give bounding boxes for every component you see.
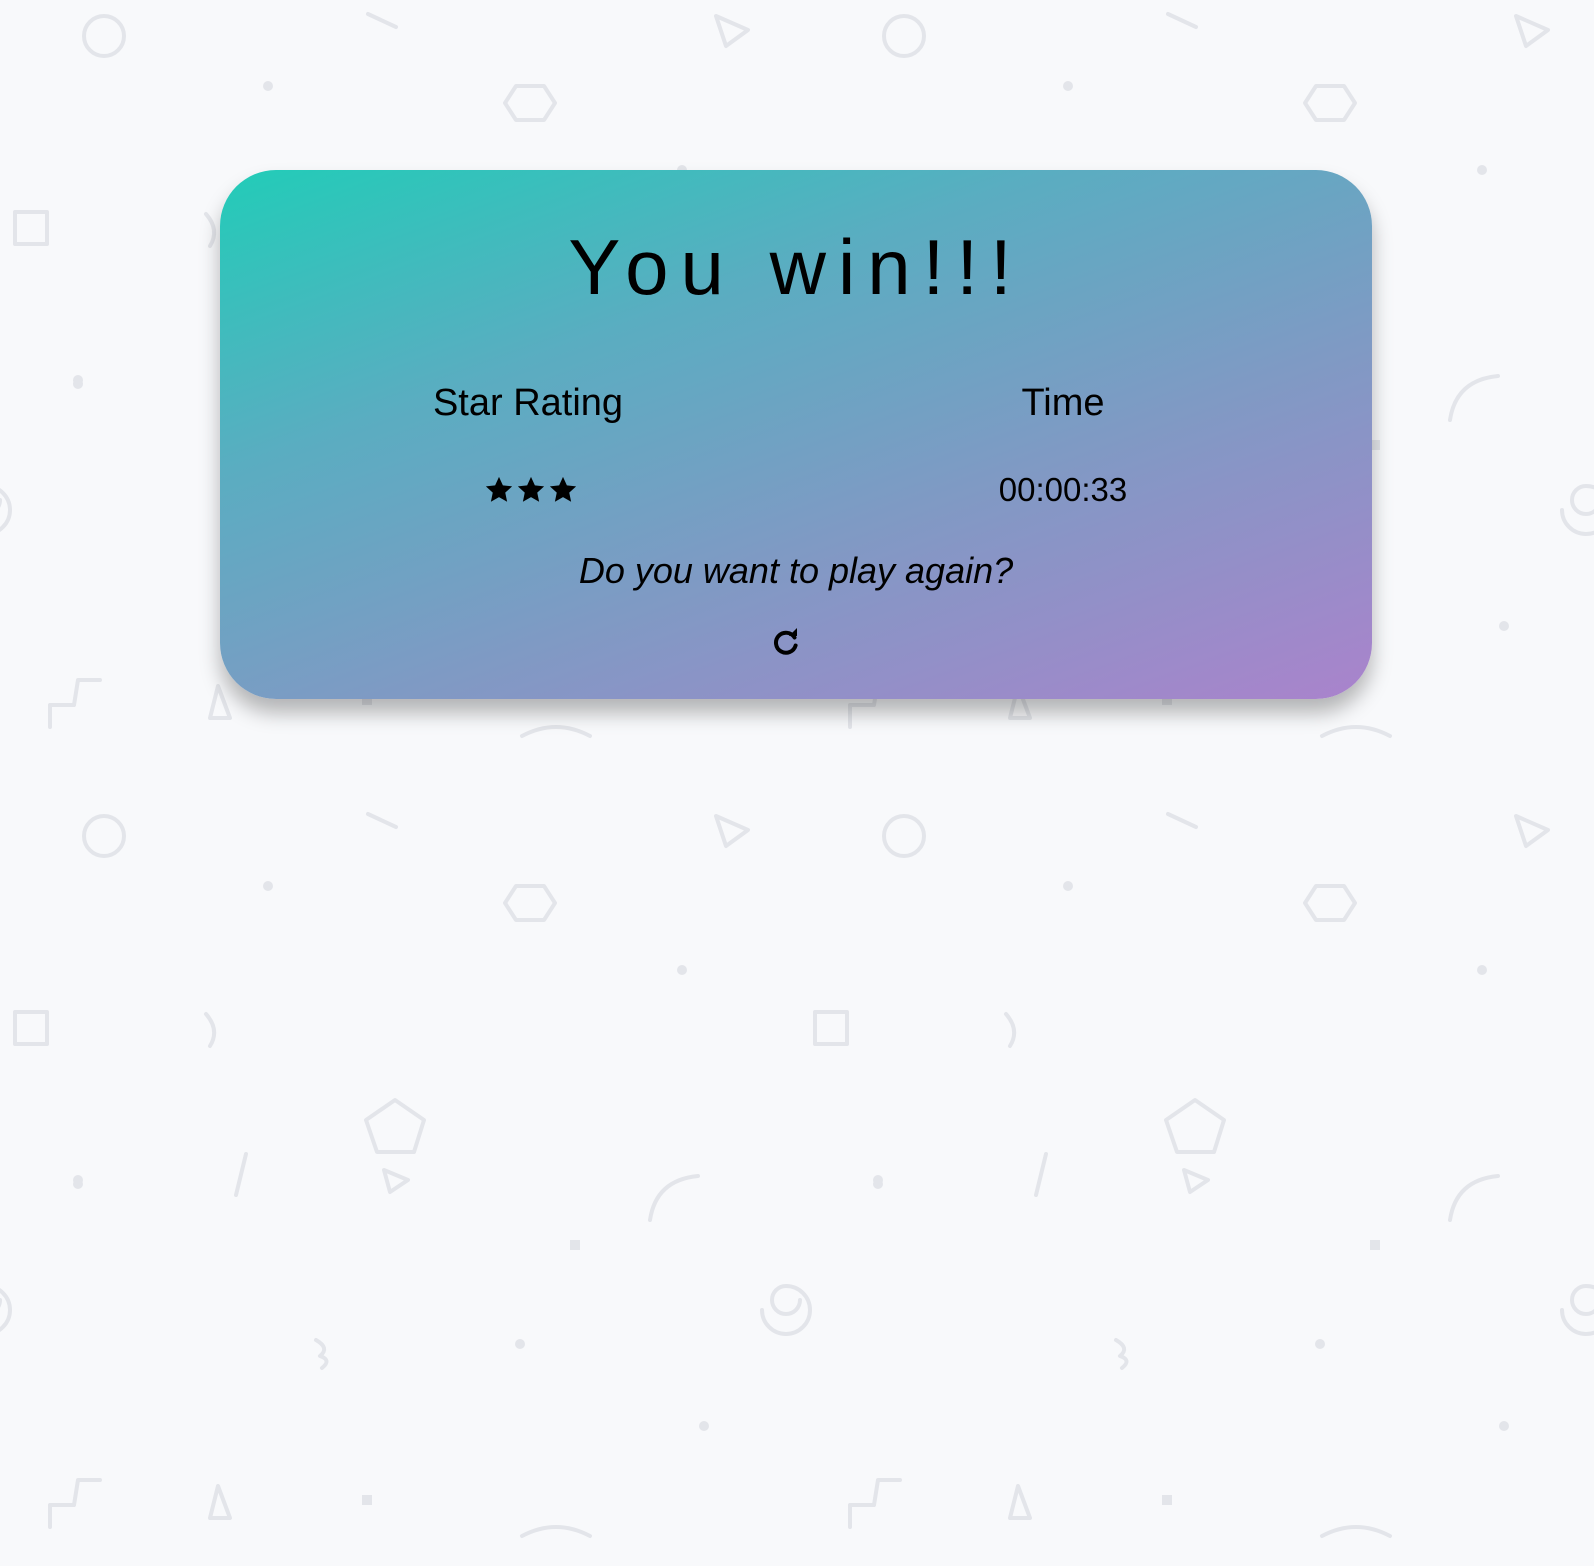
- star-rating-label: Star Rating: [432, 382, 624, 424]
- star-icon: [516, 475, 546, 505]
- win-title: You win!!!: [568, 223, 1024, 311]
- star-rating: [484, 475, 578, 505]
- restart-button[interactable]: [766, 622, 806, 662]
- win-modal: You win!!! Star Rating Time 00:00:33 Do …: [220, 170, 1372, 699]
- star-icon: [548, 475, 578, 505]
- redo-icon: [770, 626, 802, 658]
- play-again-prompt: Do you want to play again?: [578, 550, 1014, 591]
- elapsed-time: 00:00:33: [998, 471, 1128, 508]
- star-icon: [484, 475, 514, 505]
- time-label: Time: [1021, 382, 1105, 424]
